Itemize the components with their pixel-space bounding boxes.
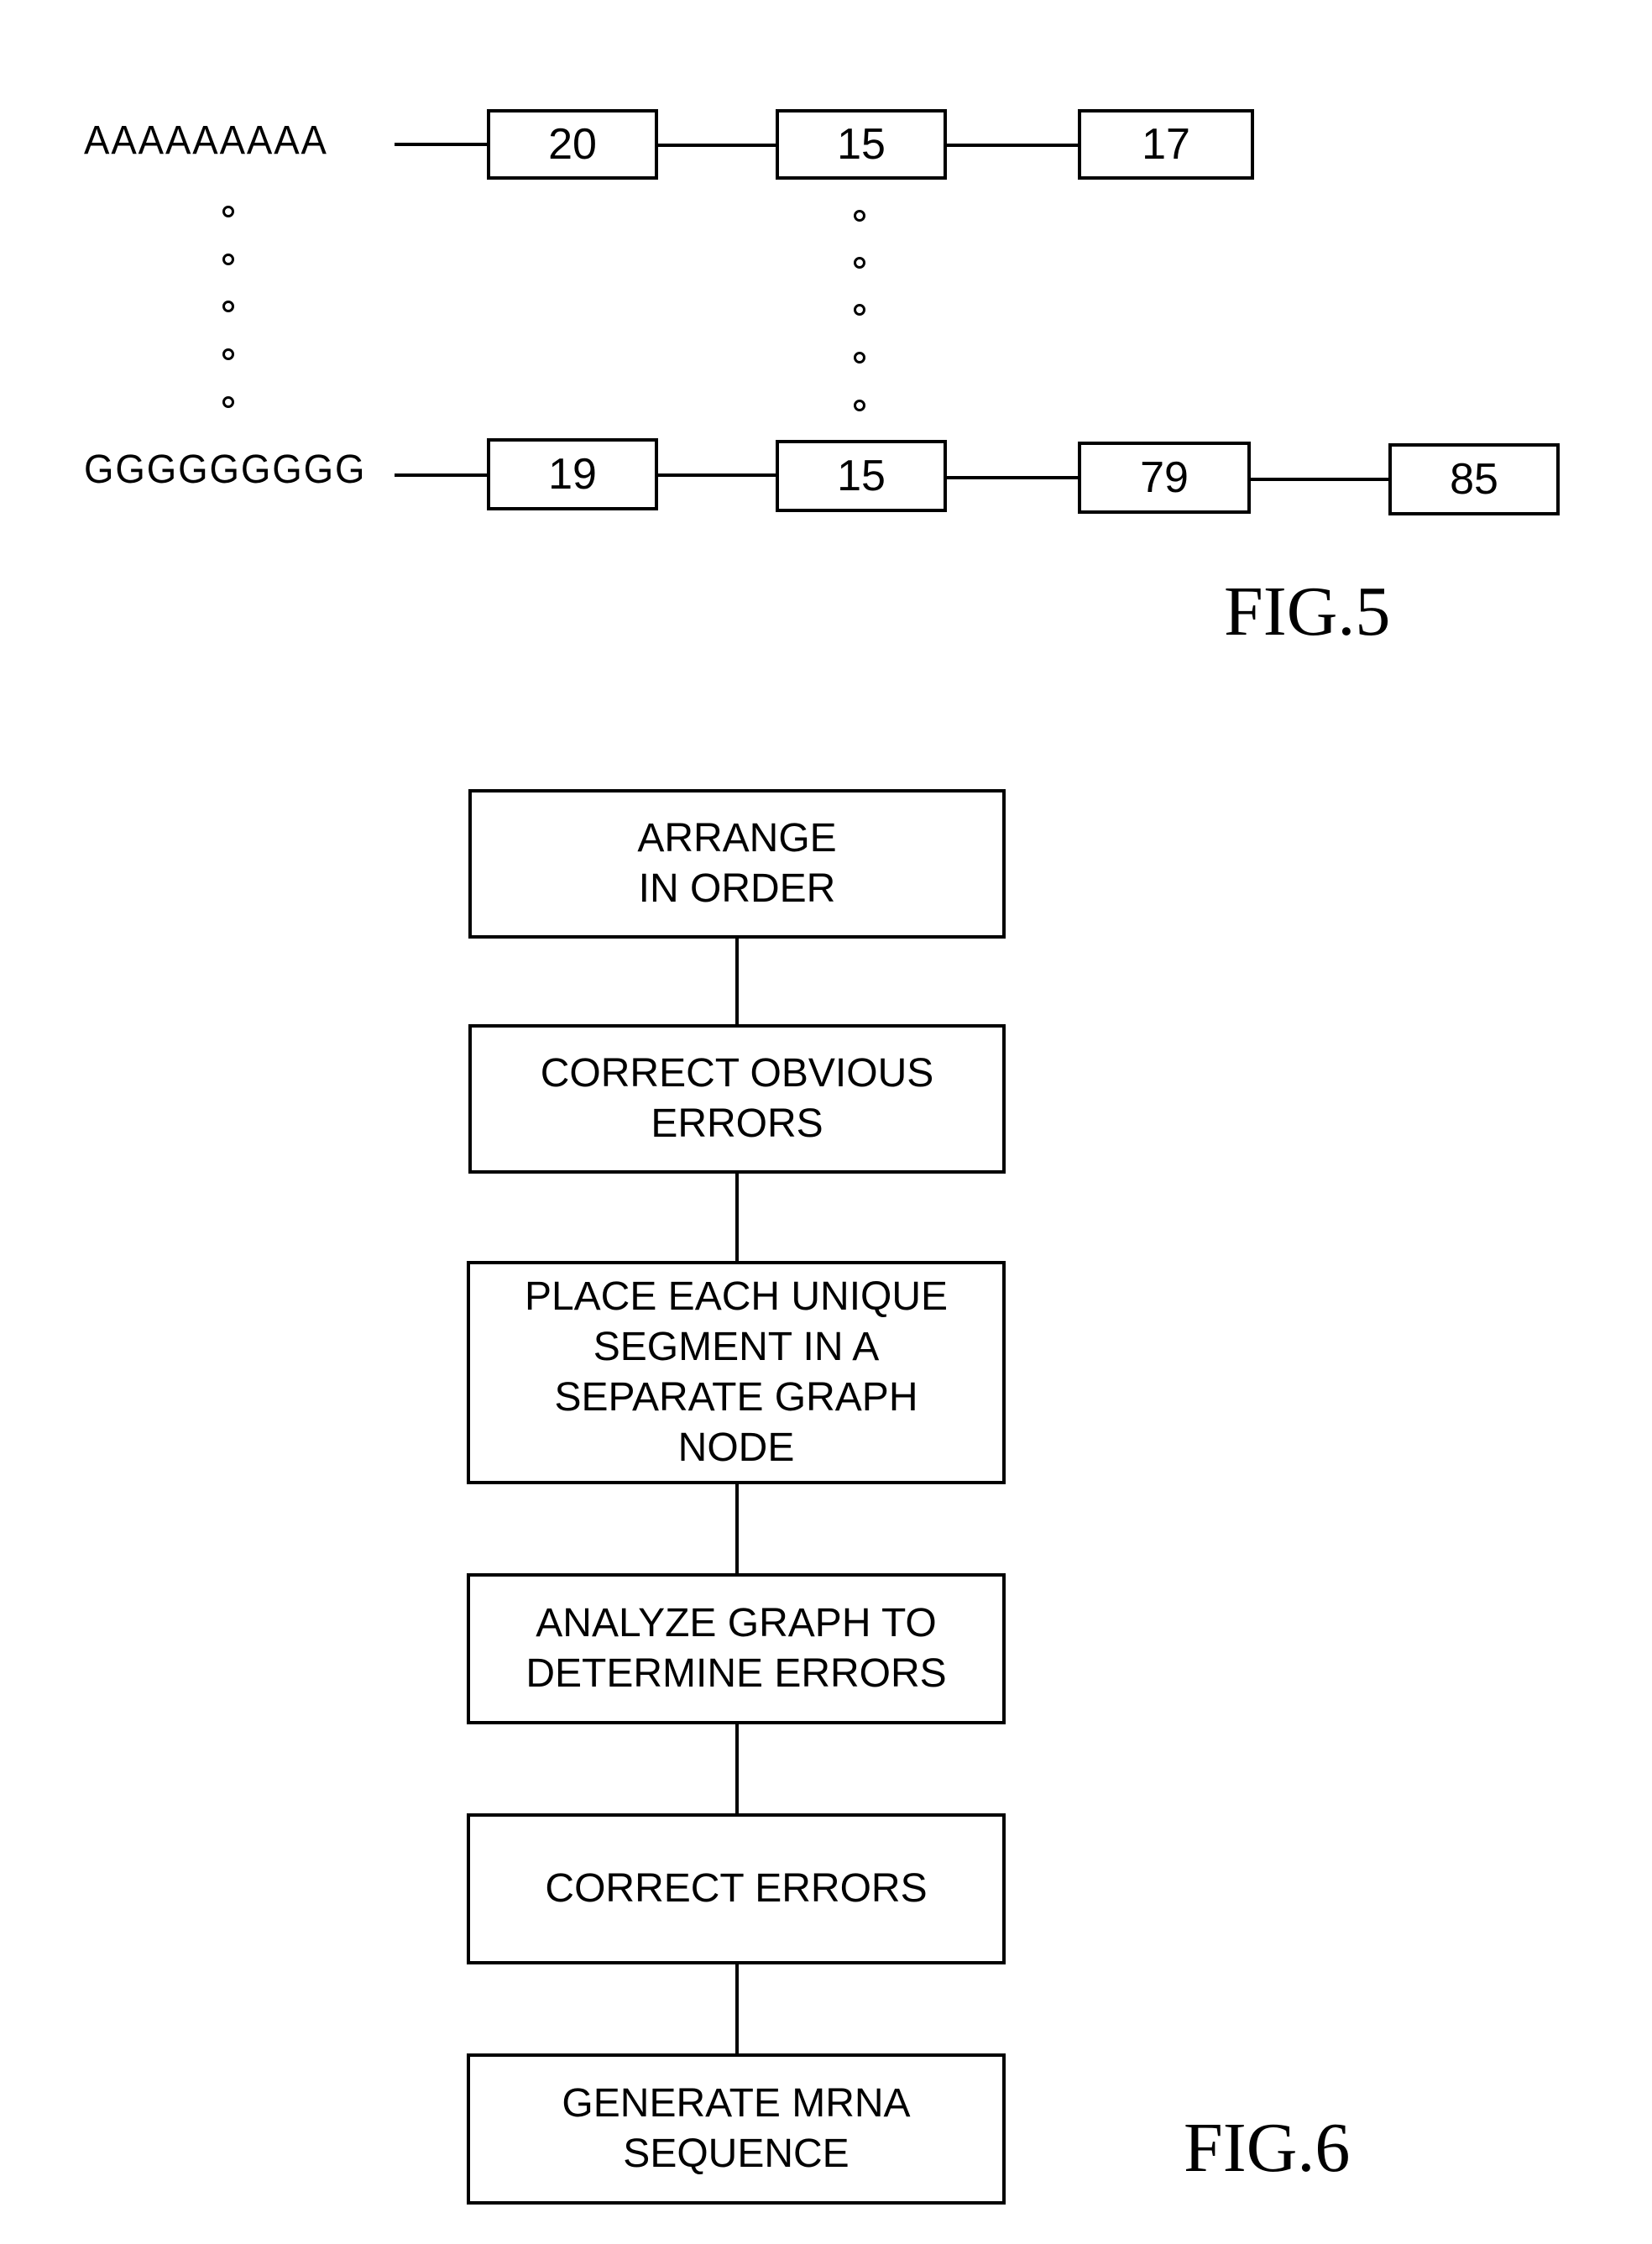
connector-line xyxy=(395,473,489,477)
figure-label: FIG.5 xyxy=(1224,573,1391,651)
connector-line xyxy=(735,1963,739,2055)
connector-line xyxy=(1249,478,1390,481)
node-box: 85 xyxy=(1388,443,1560,515)
flow-step-arrange: ARRANGE IN ORDER xyxy=(468,789,1006,939)
flow-step-place-segment: PLACE EACH UNIQUE SEGMENT IN A SEPARATE … xyxy=(467,1261,1006,1484)
ellipsis-dot xyxy=(222,396,234,408)
flow-step-analyze-graph: ANALYZE GRAPH TO DETERMINE ERRORS xyxy=(467,1573,1006,1724)
ellipsis-dot xyxy=(222,348,234,360)
node-value: 15 xyxy=(837,120,886,169)
node-box: 15 xyxy=(776,440,947,512)
figure-label: FIG.6 xyxy=(1184,2109,1351,2187)
sequence-label: AAAAAAAAA xyxy=(84,118,328,163)
node-box: 19 xyxy=(487,438,658,510)
ellipsis-dot xyxy=(854,400,865,411)
connector-line xyxy=(395,143,489,146)
flow-step-correct-obvious: CORRECT OBVIOUS ERRORS xyxy=(468,1024,1006,1174)
ellipsis-dot xyxy=(222,301,234,312)
node-box: 17 xyxy=(1078,109,1254,180)
ellipsis-dot xyxy=(222,206,234,217)
flow-step-generate-mrna: GENERATE MRNA SEQUENCE xyxy=(467,2053,1006,2205)
connector-line xyxy=(735,1723,739,1815)
node-box: 15 xyxy=(776,109,947,180)
node-box: 20 xyxy=(487,109,658,180)
connector-line xyxy=(735,937,739,1026)
node-value: 20 xyxy=(548,120,597,169)
node-value: 85 xyxy=(1450,455,1498,504)
ellipsis-dot xyxy=(854,257,865,269)
node-value: 19 xyxy=(548,450,597,499)
connector-line xyxy=(945,476,1080,479)
node-value: 79 xyxy=(1140,453,1189,502)
connector-line xyxy=(945,144,1080,147)
node-box: 79 xyxy=(1078,442,1251,514)
flow-step-correct-errors: CORRECT ERRORS xyxy=(467,1813,1006,1964)
connector-line xyxy=(735,1483,739,1575)
ellipsis-dot xyxy=(854,352,865,364)
ellipsis-dot xyxy=(854,304,865,316)
connector-line xyxy=(656,473,777,477)
sequence-label: GGGGGGGGG xyxy=(84,447,367,492)
connector-line xyxy=(656,144,777,147)
node-value: 15 xyxy=(837,452,886,500)
ellipsis-dot xyxy=(854,210,865,222)
connector-line xyxy=(735,1172,739,1263)
node-value: 17 xyxy=(1142,120,1190,169)
ellipsis-dot xyxy=(222,254,234,265)
